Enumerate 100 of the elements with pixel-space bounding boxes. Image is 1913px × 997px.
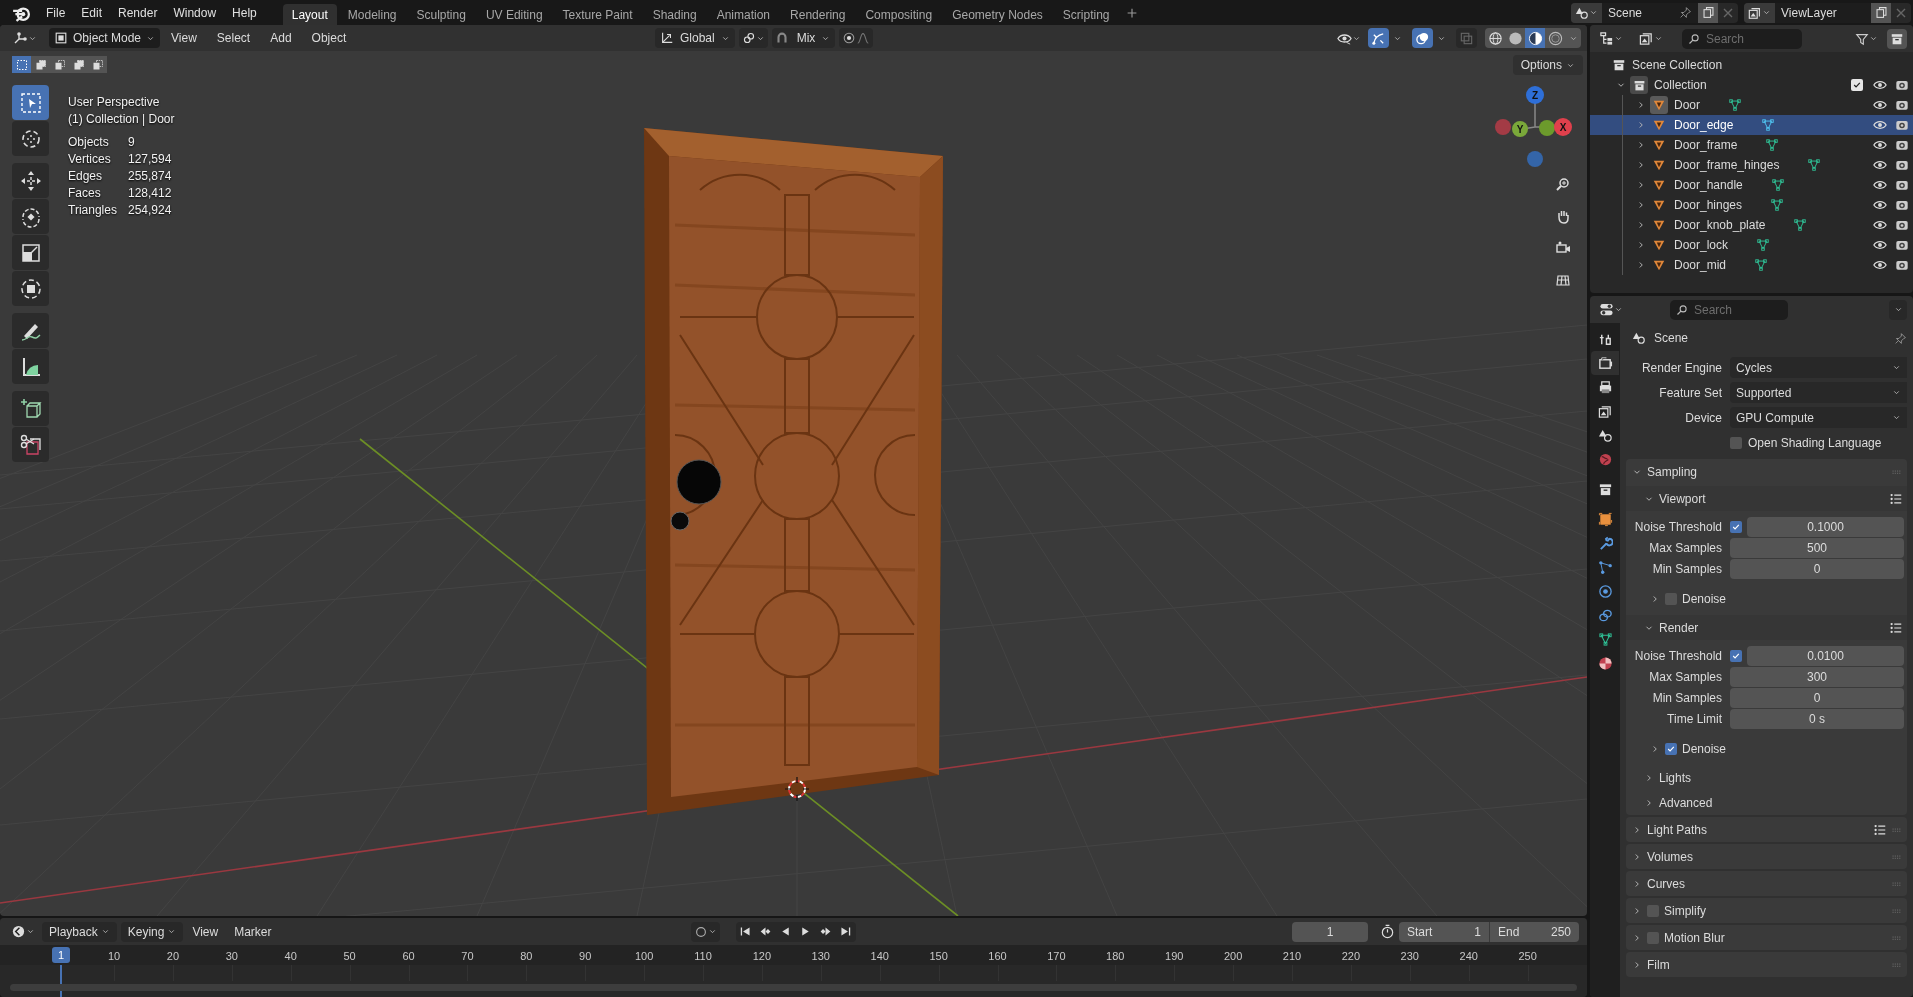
workspace-tab[interactable]: Sculpting bbox=[407, 4, 475, 25]
panel-header[interactable]: Light Paths bbox=[1626, 817, 1907, 842]
view-title: User Perspective bbox=[68, 94, 161, 111]
panel-header[interactable]: Denoise bbox=[1632, 736, 1905, 761]
tree-row[interactable]: Door_edge bbox=[1590, 115, 1913, 135]
number-field[interactable]: 0 bbox=[1730, 559, 1904, 579]
dropdown[interactable]: Cycles bbox=[1730, 357, 1907, 378]
menu-item[interactable]: File bbox=[38, 1, 74, 24]
frame-number: 100 bbox=[634, 949, 654, 964]
panel-header[interactable]: Render bbox=[1626, 615, 1907, 640]
tree-row[interactable]: Door_frame bbox=[1590, 135, 1913, 155]
tree-item-label: Door_hinges bbox=[1674, 197, 1743, 214]
mode-dropdown[interactable]: Object Mode bbox=[49, 28, 161, 48]
field-value: ViewLayer bbox=[1781, 4, 1838, 22]
number-field[interactable]: 0.1000 bbox=[1747, 517, 1904, 537]
panel-title: Denoise bbox=[1682, 590, 1727, 608]
menu-dropdown[interactable]: Playback bbox=[42, 921, 117, 942]
frame-number: 130 bbox=[811, 949, 830, 964]
panel-header[interactable]: Sampling bbox=[1626, 459, 1907, 484]
number-field[interactable]: 0.0100 bbox=[1747, 646, 1904, 666]
frame-number: 90 bbox=[579, 949, 592, 964]
playhead-marker[interactable]: 1 bbox=[52, 947, 70, 963]
frame-number: 230 bbox=[1400, 949, 1419, 964]
panel-header[interactable]: Lights bbox=[1626, 765, 1907, 790]
orientation-dropdown[interactable]: Global bbox=[655, 28, 735, 48]
view-context: (1) Collection | Door bbox=[68, 111, 175, 128]
frame-number: 120 bbox=[752, 949, 772, 964]
tree-row[interactable]: Door_lock bbox=[1590, 235, 1913, 255]
tree-item[interactable]: Scene Collection bbox=[1632, 56, 1723, 74]
panel-header[interactable]: Viewport bbox=[1626, 486, 1907, 511]
field-label: Max Samples bbox=[1648, 669, 1723, 686]
field-value: 250 bbox=[1550, 923, 1571, 941]
workspace-tab[interactable]: Compositing bbox=[856, 4, 942, 25]
workspace-tab[interactable]: Scripting bbox=[1053, 4, 1119, 25]
tree-row[interactable]: Door bbox=[1590, 95, 1913, 115]
dropdown[interactable]: GPU Compute bbox=[1730, 407, 1907, 428]
start-frame-field[interactable]: Start 1 bbox=[1399, 921, 1489, 942]
number-field[interactable]: 300 bbox=[1730, 667, 1904, 687]
dropdown[interactable]: Supported bbox=[1730, 382, 1907, 403]
frame-number: 30 bbox=[225, 949, 238, 964]
tree-item[interactable]: Collection bbox=[1654, 76, 1707, 94]
workspace-tab[interactable]: UV Editing bbox=[476, 4, 552, 25]
menu-item[interactable]: Help bbox=[224, 1, 265, 24]
panel-header[interactable]: Simplify bbox=[1626, 898, 1907, 923]
number-field[interactable]: 0 bbox=[1730, 688, 1904, 708]
workspace-tab[interactable]: Layout bbox=[282, 4, 337, 25]
menu-item[interactable]: Edit bbox=[73, 1, 111, 24]
panel-header[interactable]: Volumes bbox=[1626, 844, 1907, 869]
tree-row[interactable]: Door_handle bbox=[1590, 175, 1913, 195]
tree-row[interactable]: Door_mid bbox=[1590, 255, 1913, 275]
tree-row[interactable]: Door_hinges bbox=[1590, 195, 1913, 215]
menu-item[interactable]: Add bbox=[261, 28, 301, 48]
number-field[interactable]: 500 bbox=[1730, 538, 1904, 558]
stat-value: 128,412 bbox=[128, 185, 173, 202]
panel-title: Advanced bbox=[1659, 794, 1713, 812]
panel-header[interactable]: Advanced bbox=[1626, 790, 1907, 815]
field-label: Noise Threshold bbox=[1633, 648, 1723, 665]
panel-header[interactable]: Denoise bbox=[1632, 586, 1905, 611]
number-field[interactable]: 0 s bbox=[1730, 709, 1904, 729]
menu-item[interactable]: Object bbox=[302, 28, 356, 48]
options-dropdown[interactable]: Options bbox=[1512, 55, 1583, 75]
menu-item[interactable]: View bbox=[185, 921, 226, 942]
panel-header[interactable]: Curves bbox=[1626, 871, 1907, 896]
frame-number: 160 bbox=[988, 949, 1007, 964]
field-label: Min Samples bbox=[1651, 690, 1723, 707]
frame-number: 170 bbox=[1047, 949, 1066, 964]
end-frame-field[interactable]: End 250 bbox=[1489, 921, 1579, 942]
field-label: Start bbox=[1407, 923, 1433, 941]
workspace-tab[interactable]: Texture Paint bbox=[553, 4, 642, 25]
menu-item[interactable]: Select bbox=[207, 28, 260, 48]
panel-header[interactable]: Motion Blur bbox=[1626, 925, 1907, 950]
workspace-tab[interactable]: Modeling bbox=[338, 4, 406, 25]
workspace-tab[interactable]: Rendering bbox=[781, 4, 855, 25]
snap-mode-dropdown[interactable]: Mix bbox=[791, 28, 836, 48]
panel-header[interactable]: Film bbox=[1626, 952, 1907, 977]
field-label: Render Engine bbox=[1640, 359, 1723, 377]
frame-number: 240 bbox=[1459, 949, 1478, 964]
placeholder: Search bbox=[1706, 30, 1745, 48]
frame-number: 150 bbox=[929, 949, 948, 964]
workspace-tab[interactable]: Animation bbox=[707, 4, 780, 25]
current-frame-field[interactable]: 1 bbox=[1292, 921, 1368, 942]
placeholder: Search bbox=[1694, 301, 1733, 319]
tree-item-label: Door_mid bbox=[1674, 257, 1727, 274]
menu-item[interactable]: View bbox=[162, 28, 206, 48]
workspace-tab[interactable]: Geometry Nodes bbox=[943, 4, 1052, 25]
frame-number: 70 bbox=[461, 949, 474, 964]
menu-dropdown[interactable]: Keying bbox=[120, 921, 184, 942]
tree-item-label: Door_frame bbox=[1674, 137, 1738, 154]
frame-number: 220 bbox=[1341, 949, 1361, 964]
workspace-tab[interactable]: Shading bbox=[643, 4, 706, 25]
panel-title: Light Paths bbox=[1647, 821, 1708, 839]
menu-item[interactable]: Window bbox=[165, 1, 225, 24]
tree-row[interactable]: Door_knob_plate bbox=[1590, 215, 1913, 235]
view-layer-name-field[interactable]: ViewLayer bbox=[1775, 2, 1871, 23]
menu-item[interactable]: Marker bbox=[227, 921, 279, 942]
tree-row[interactable]: Door_frame_hinges bbox=[1590, 155, 1913, 175]
menu-item[interactable]: Render bbox=[110, 1, 166, 24]
scene-name-field[interactable]: Scene bbox=[1602, 2, 1698, 23]
tree-item-label: Door_frame_hinges bbox=[1674, 157, 1780, 174]
panel-title: Denoise bbox=[1682, 740, 1727, 758]
